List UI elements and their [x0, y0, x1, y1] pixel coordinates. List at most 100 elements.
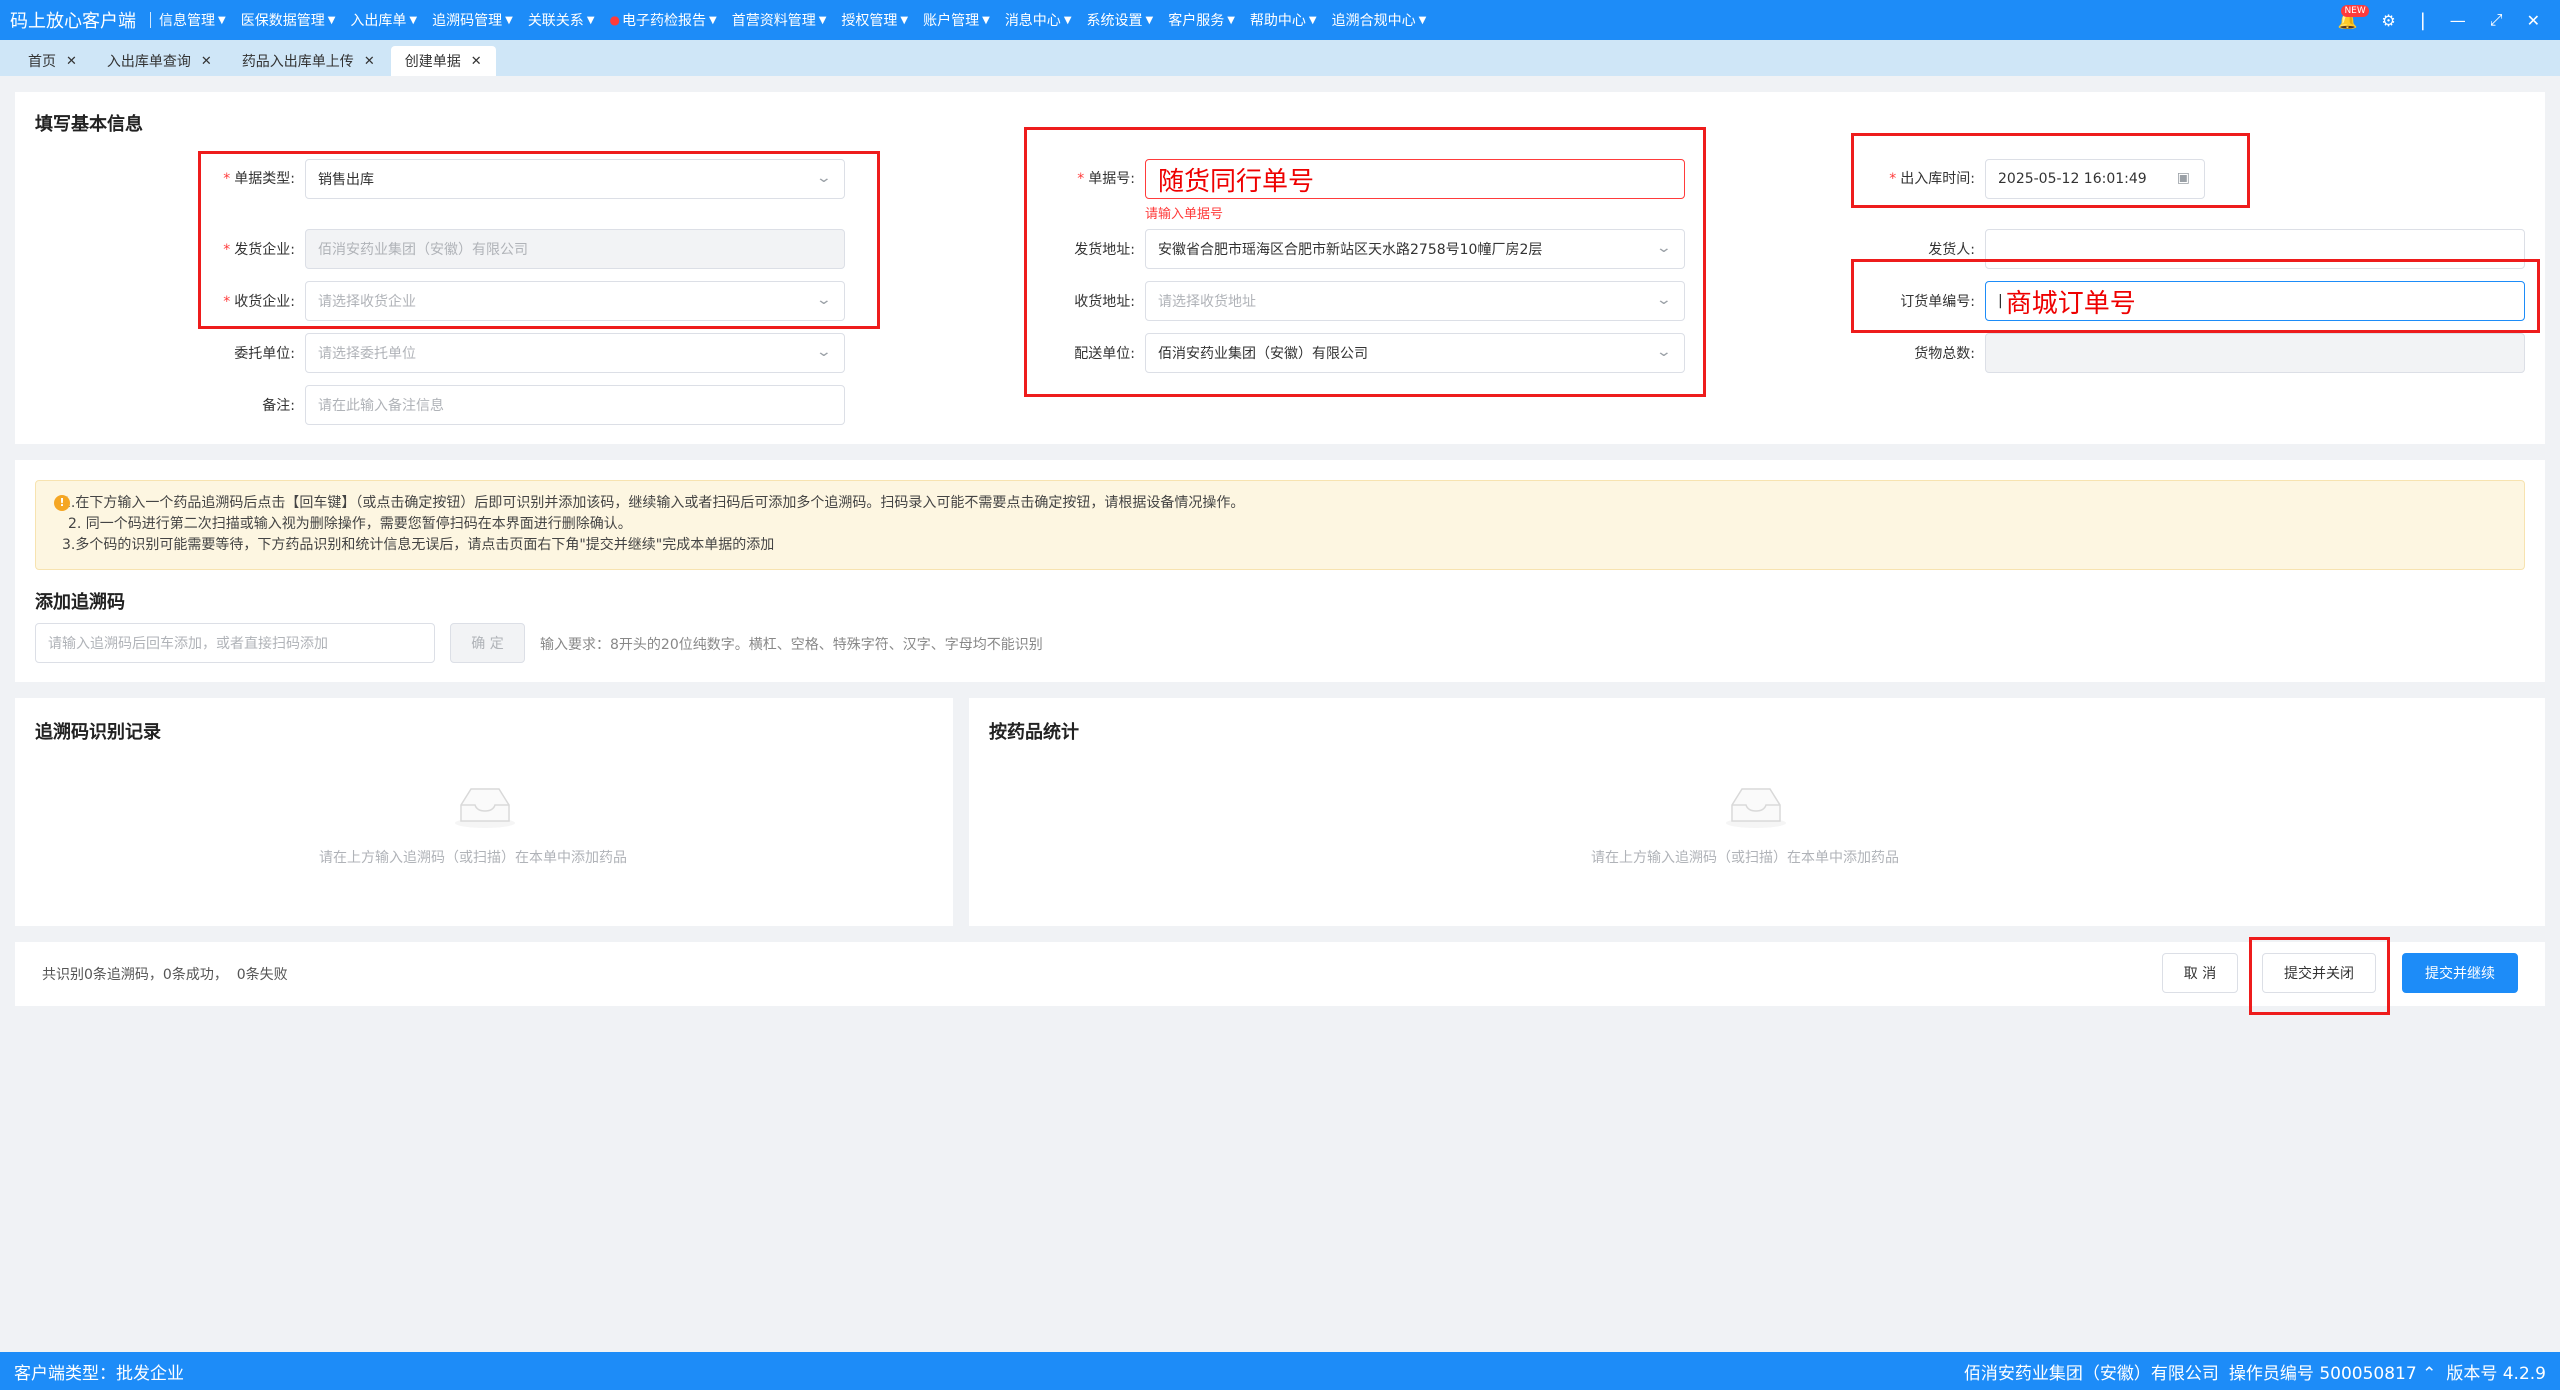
tab[interactable]: 首页 ✕ [14, 46, 91, 76]
annotation-box-submit [2249, 937, 2390, 1015]
operator-id[interactable]: 操作员编号 500050817 ⌃ [2229, 1359, 2436, 1384]
menu-item[interactable]: 入出库单 ▼ [350, 10, 417, 30]
menu-item[interactable]: 首营资料管理 ▼ [732, 10, 827, 30]
status-bar: 客户端类型：批发企业 佰消安药业集团（安徽）有限公司 操作员编号 5000508… [0, 1352, 2560, 1390]
tab-label: 创建单据 [404, 54, 461, 70]
new-badge: NEW [2341, 4, 2369, 17]
notice-line-3: 3.多个码的识别可能需要等待，下方药品识别和统计信息无误后，请点击页面右下角"提… [62, 537, 775, 553]
red-dot-icon: ● [609, 13, 620, 27]
menu-item[interactable]: 授权管理 ▼ [841, 10, 908, 30]
menu-item[interactable]: 消息中心 ▼ [1005, 10, 1072, 30]
caret-down-icon: ▼ [1227, 14, 1235, 26]
menu-item-label: 账户管理 [923, 13, 980, 29]
title-divider [150, 12, 151, 28]
caret-down-icon: ▼ [218, 14, 226, 26]
menu-item[interactable]: ● 电子药检报告 ▼ [610, 10, 717, 30]
close-tab-icon[interactable]: ✕ [66, 54, 77, 69]
caret-down-icon: ▼ [709, 14, 717, 26]
menu-item[interactable]: 追溯合规中心 ▼ [1332, 10, 1427, 30]
tab[interactable]: 入出库单查询 ✕ [93, 46, 226, 76]
empty-inbox-icon [1726, 788, 1786, 828]
menu-item-label: 关联关系 [527, 13, 584, 29]
client-type: 客户端类型：批发企业 [14, 1363, 184, 1384]
tab-label: 入出库单查询 [106, 54, 191, 70]
annotation-box-order [1851, 259, 2540, 333]
trace-hint: 输入要求：8开头的20位纯数字。横杠、空格、特殊字符、汉字、字母均不能识别 [540, 637, 1043, 653]
remark-label: 备注: [262, 398, 295, 414]
entrusted-select[interactable]: 请选择委托单位 ⌄ [305, 333, 845, 373]
stats-title: 按药品统计 [989, 722, 1079, 743]
close-tab-icon[interactable]: ✕ [471, 54, 482, 69]
annotation-box-middle [1024, 127, 1706, 397]
remark-input[interactable]: 请在此输入备注信息 [305, 385, 845, 425]
menu-item[interactable]: 客户服务 ▼ [1168, 10, 1235, 30]
top-menu-bar: 码上放心客户端 信息管理 ▼ 医保数据管理 ▼ 入出库单 ▼ 追溯码管理 ▼ 关联关系 ▼ ● 电子药… [0, 0, 2560, 40]
menu-item[interactable]: 信息管理 ▼ [159, 10, 226, 30]
caret-down-icon: ▼ [327, 14, 336, 26]
notice-line-2: 2. 同一个码进行第二次扫描或输入视为删除操作，需要您暂停扫码在本界面进行删除确… [68, 516, 632, 532]
records-title: 追溯码识别记录 [35, 722, 161, 743]
maximize-icon[interactable]: ⤢ [2490, 10, 2503, 30]
caret-down-icon: ▼ [900, 14, 909, 26]
confirm-button[interactable]: 确 定 [450, 623, 525, 663]
close-tab-icon[interactable]: ✕ [201, 54, 212, 69]
trace-title: 添加追溯码 [35, 592, 125, 613]
divider-icon: | [2419, 9, 2426, 31]
menu-item[interactable]: 关联关系 ▼ [528, 10, 595, 30]
gear-icon[interactable]: ⚙ [2381, 11, 2395, 30]
menu-item[interactable]: 系统设置 ▼ [1087, 10, 1154, 30]
chevron-up-icon: ⌃ [2422, 1363, 2437, 1384]
menu-item-label: 电子药检报告 [622, 13, 706, 29]
empty-inbox-icon [455, 788, 515, 828]
menu-item-label: 消息中心 [1004, 13, 1061, 29]
minimize-icon[interactable]: — [2450, 11, 2466, 30]
close-icon[interactable]: ✕ [2527, 11, 2540, 30]
menu-item-label: 追溯合规中心 [1331, 13, 1416, 29]
main-menu: 信息管理 ▼ 医保数据管理 ▼ 入出库单 ▼ 追溯码管理 ▼ 关联关系 ▼ ● 电子药检报告 ▼ 首营资料… [159, 10, 1441, 30]
warning-icon: ! [54, 495, 70, 511]
menu-item[interactable]: 账户管理 ▼ [923, 10, 990, 30]
chevron-down-icon: ⌄ [815, 344, 833, 360]
entrusted-label: 委托单位: [234, 346, 295, 362]
menu-item[interactable]: 帮助中心 ▼ [1250, 10, 1317, 30]
caret-down-icon: ▼ [1063, 14, 1072, 26]
menu-item-label: 授权管理 [841, 13, 898, 29]
caret-down-icon: ▼ [982, 14, 990, 26]
caret-down-icon: ▼ [1308, 14, 1317, 26]
bell-icon[interactable]: 🔔 NEW [2337, 4, 2369, 30]
tab[interactable]: 药品入出库单上传 ✕ [228, 46, 389, 76]
caret-down-icon: ▼ [505, 14, 513, 26]
menu-item[interactable]: 医保数据管理 ▼ [241, 10, 336, 30]
menu-item[interactable]: 追溯码管理 ▼ [432, 10, 513, 30]
annotation-box-left [198, 151, 880, 329]
records-empty-text: 请在上方输入追溯码（或扫描）在本单中添加药品 [319, 850, 627, 866]
total-goods-label: 货物总数: [1914, 346, 1975, 362]
menu-item-label: 系统设置 [1086, 13, 1143, 29]
menu-item-label: 帮助中心 [1249, 13, 1306, 29]
submit-continue-button[interactable]: 提交并继续 [2402, 953, 2518, 993]
trace-code-input[interactable]: 请输入追溯码后回车添加，或者直接扫码添加 [35, 623, 435, 663]
tab-bar: 首页 ✕ 入出库单查询 ✕ 药品入出库单上传 ✕ 创建单据 ✕ [0, 40, 2560, 76]
menu-item-label: 医保数据管理 [240, 13, 325, 29]
tab[interactable]: 创建单据 ✕ [390, 46, 496, 76]
caret-down-icon: ▼ [586, 14, 595, 26]
app-title: 码上放心客户端 [10, 11, 136, 32]
shipper-label: 发货人: [1928, 242, 1975, 258]
notice-box: ! 1.在下方输入一个药品追溯码后点击【回车键】（或点击确定按钮）后即可识别并添… [35, 480, 2525, 570]
menu-item-label: 入出库单 [350, 13, 407, 29]
cancel-button[interactable]: 取 消 [2162, 953, 2238, 993]
summary-text: 共识别0条追溯码，0条成功， 0条失败 [42, 967, 288, 983]
total-goods-field [1985, 333, 2525, 373]
menu-item-label: 信息管理 [159, 13, 215, 29]
menu-item-label: 首营资料管理 [731, 13, 816, 29]
stats-empty-text: 请在上方输入追溯码（或扫描）在本单中添加药品 [1591, 850, 1899, 866]
annotation-box-time [1851, 133, 2250, 208]
notice-line-1: 1.在下方输入一个药品追溯码后点击【回车键】（或点击确定按钮）后即可识别并添加该… [62, 495, 1245, 511]
basic-info-title: 填写基本信息 [35, 114, 143, 135]
footer-company: 佰消安药业集团（安徽）有限公司 [1963, 1363, 2219, 1384]
menu-item-label: 追溯码管理 [432, 13, 503, 29]
caret-down-icon: ▼ [1418, 14, 1427, 26]
caret-down-icon: ▼ [409, 14, 418, 26]
tab-label: 药品入出库单上传 [241, 54, 354, 70]
close-tab-icon[interactable]: ✕ [364, 54, 375, 69]
